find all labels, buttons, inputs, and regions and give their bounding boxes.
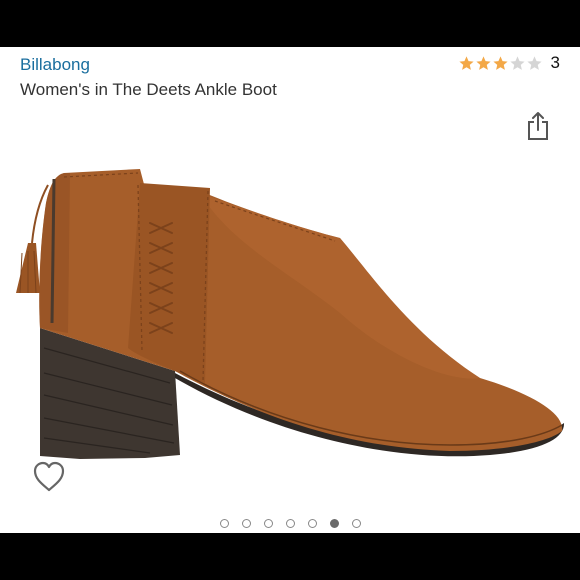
brand-link[interactable]: Billabong: [20, 55, 90, 75]
heart-icon: [33, 461, 65, 492]
rating[interactable]: 3: [458, 53, 560, 73]
carousel-dot[interactable]: [263, 519, 273, 528]
wishlist-button[interactable]: [32, 461, 66, 493]
rating-count: 3: [550, 53, 560, 72]
product-screen: Billabong Women's in The Deets Ankle Boo…: [0, 47, 580, 533]
carousel-dot[interactable]: [241, 519, 251, 528]
carousel-dot[interactable]: [219, 519, 229, 528]
carousel-dot[interactable]: [307, 519, 317, 528]
carousel-dot[interactable]: [285, 519, 295, 528]
star-empty-icon: [526, 55, 542, 70]
star-filled-icon: [492, 55, 508, 70]
star-empty-icon: [509, 55, 525, 70]
star-filled-icon: [475, 55, 491, 70]
carousel-dot[interactable]: [329, 519, 339, 528]
ankle-boot-image: [16, 169, 565, 459]
star-rating: [458, 55, 543, 72]
product-title: Women's in The Deets Ankle Boot: [20, 80, 277, 99]
carousel-dot[interactable]: [351, 519, 361, 528]
carousel-indicators: [0, 519, 580, 528]
star-filled-icon: [458, 55, 474, 70]
